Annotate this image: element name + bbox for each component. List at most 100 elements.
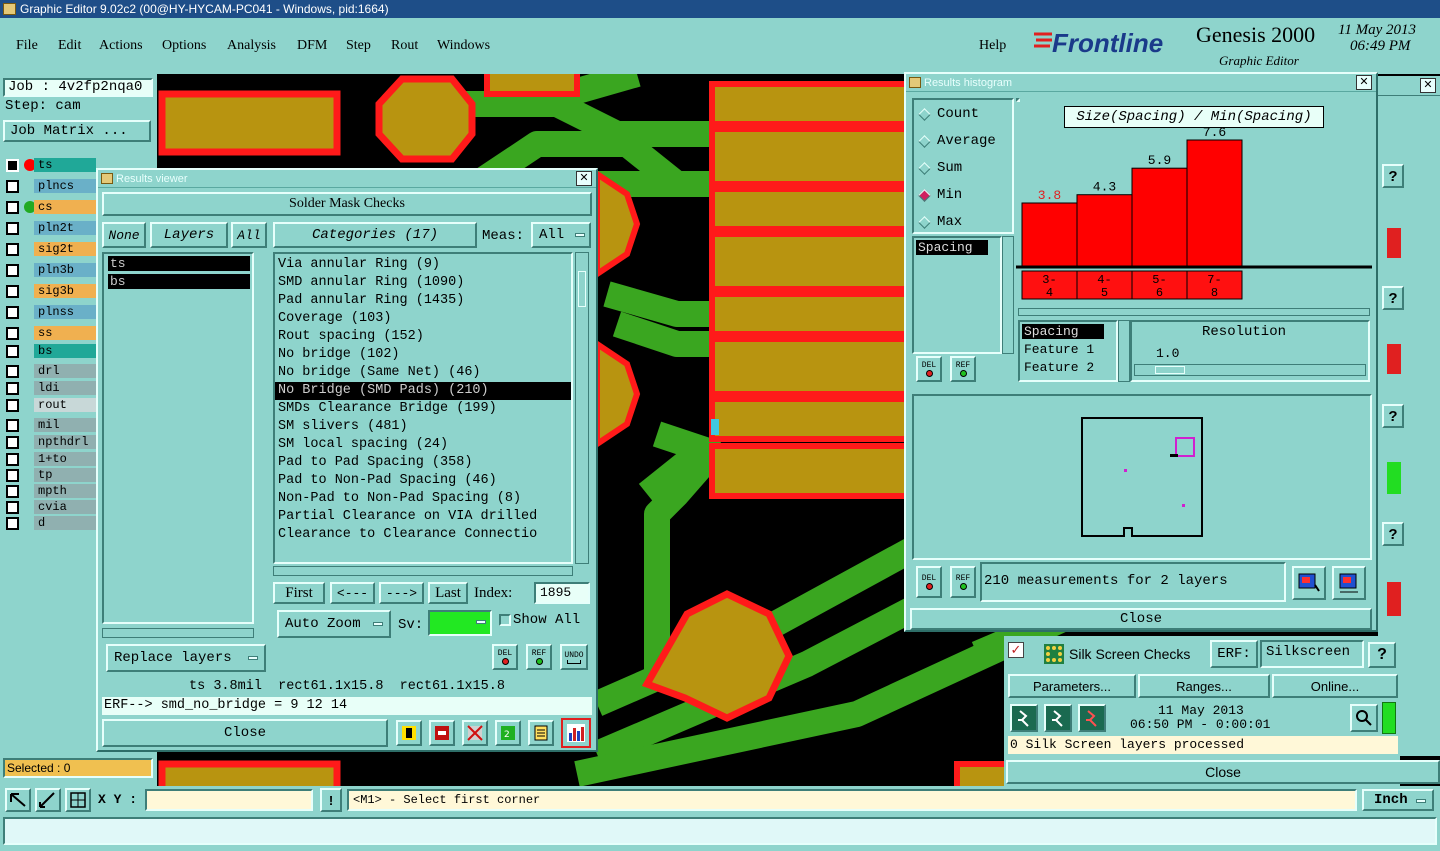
menu-actions[interactable]: Actions xyxy=(99,38,143,54)
layer-row[interactable]: sig3b xyxy=(6,284,96,298)
layer-results-list[interactable]: ts bs xyxy=(102,252,254,624)
result-layer-bs[interactable]: bs xyxy=(108,274,250,289)
preview-ref-button[interactable]: REF xyxy=(950,566,976,598)
highlight-tool-icon[interactable] xyxy=(396,720,422,746)
layer-checkbox[interactable] xyxy=(6,327,19,340)
layer-checkbox[interactable] xyxy=(6,453,19,466)
report-tool-icon[interactable] xyxy=(528,720,554,746)
spacing-list[interactable]: Spacing xyxy=(912,236,1002,354)
category-item[interactable]: SMDs Clearance Bridge (199) xyxy=(275,400,571,418)
hist-del-button[interactable]: DEL xyxy=(916,356,942,382)
layer-checkbox[interactable] xyxy=(6,306,19,319)
category-item[interactable]: SMD annular Ring (1090) xyxy=(275,274,571,292)
layer-row[interactable]: ldi xyxy=(6,381,96,395)
first-button[interactable]: First xyxy=(273,582,325,604)
scroll-thumb[interactable] xyxy=(578,271,586,307)
ranges-button[interactable]: Ranges... xyxy=(1138,674,1270,698)
index-input[interactable]: 1895 xyxy=(534,582,590,604)
menu-step[interactable]: Step xyxy=(346,38,371,54)
category-item[interactable]: Pad annular Ring (1435) xyxy=(275,292,571,310)
silk-close-button[interactable]: Close xyxy=(1006,760,1440,784)
category-hscroll[interactable] xyxy=(273,566,573,576)
layer-checkbox[interactable] xyxy=(6,501,19,514)
spacing-list-item[interactable]: Spacing xyxy=(916,240,988,255)
layer-row[interactable]: cs xyxy=(6,200,96,214)
command-line[interactable] xyxy=(3,817,1437,845)
category-item[interactable]: Pad to Pad Spacing (358) xyxy=(275,454,571,472)
category-item[interactable]: Via annular Ring (9) xyxy=(275,256,571,274)
layer-row[interactable]: mil xyxy=(6,418,96,432)
layer-checkbox[interactable] xyxy=(6,345,19,358)
close-icon[interactable]: ✕ xyxy=(1420,78,1436,93)
field-spacing[interactable]: Spacing xyxy=(1022,324,1104,339)
online-button[interactable]: Online... xyxy=(1272,674,1398,698)
help-icon[interactable]: ? xyxy=(1382,522,1404,546)
layer-row[interactable]: sig2t xyxy=(6,242,96,256)
layer-checkbox[interactable] xyxy=(6,399,19,412)
units-select[interactable]: Inch xyxy=(1362,789,1434,811)
layer-checkbox[interactable] xyxy=(6,264,19,277)
menu-options[interactable]: Options xyxy=(162,38,206,54)
hist-ref-button[interactable]: REF xyxy=(950,356,976,382)
category-item[interactable]: Partial Clearance on VIA drilled xyxy=(275,508,571,526)
radio-diamond-icon[interactable] xyxy=(918,188,931,202)
layer-row[interactable]: plnss xyxy=(6,305,96,319)
del-button[interactable]: DEL xyxy=(492,644,518,670)
last-button[interactable]: Last xyxy=(428,582,468,604)
erf-tool-icon[interactable] xyxy=(462,720,488,746)
category-item[interactable]: Pad to Non-Pad Spacing (46) xyxy=(275,472,571,490)
layer-row[interactable]: drl xyxy=(6,364,96,378)
mode-option[interactable]: Max xyxy=(918,212,962,232)
radio-diamond-icon[interactable] xyxy=(918,107,931,121)
replace-layers-select[interactable]: Replace layers xyxy=(106,644,266,672)
menu-windows[interactable]: Windows xyxy=(437,38,490,54)
category-vscroll[interactable] xyxy=(575,252,589,564)
layer-row[interactable]: cvia xyxy=(6,500,96,514)
help-icon[interactable]: ? xyxy=(1382,404,1404,428)
radio-diamond-icon[interactable] xyxy=(918,215,931,229)
layer-row[interactable]: mpth xyxy=(6,484,96,498)
field-list-vscroll[interactable] xyxy=(1118,320,1130,382)
mode-option[interactable]: Average xyxy=(918,131,996,151)
histogram-close-button[interactable]: Close xyxy=(910,608,1372,630)
menu-help[interactable]: Help xyxy=(979,38,1006,54)
histogram-hscroll[interactable] xyxy=(1018,308,1370,316)
layer-row[interactable]: 1+to xyxy=(6,452,96,466)
counter-tool-icon[interactable]: 2 xyxy=(495,720,521,746)
results-close-button[interactable]: Close xyxy=(102,719,388,747)
help-icon[interactable]: ? xyxy=(1382,286,1404,310)
xy-input[interactable] xyxy=(145,789,313,811)
layer-checkbox[interactable] xyxy=(6,201,19,214)
layer-checkbox[interactable] xyxy=(6,419,19,432)
layer-checkbox[interactable] xyxy=(6,382,19,395)
category-item[interactable]: SM slivers (481) xyxy=(275,418,571,436)
layer-checkbox[interactable] xyxy=(6,365,19,378)
layer-checkbox[interactable] xyxy=(6,222,19,235)
ref-button[interactable]: REF xyxy=(526,644,552,670)
parameters-button[interactable]: Parameters... xyxy=(1008,674,1136,698)
category-item[interactable]: No bridge (102) xyxy=(275,346,571,364)
layer-checkbox[interactable] xyxy=(6,485,19,498)
mode-option[interactable]: Sum xyxy=(918,158,962,178)
radio-diamond-icon[interactable] xyxy=(918,161,931,175)
layer-row[interactable]: pln3b xyxy=(6,263,96,277)
all-button[interactable]: All xyxy=(231,222,267,248)
silk-help-button[interactable]: ? xyxy=(1368,642,1396,668)
run-icon[interactable] xyxy=(1010,704,1038,732)
close-icon[interactable]: ✕ xyxy=(576,171,592,186)
layers-button[interactable]: Layers xyxy=(150,222,228,248)
histogram-bar[interactable] xyxy=(1131,167,1188,267)
radio-diamond-icon[interactable] xyxy=(918,134,931,148)
category-item[interactable]: Non-Pad to Non-Pad Spacing (8) xyxy=(275,490,571,508)
alert-icon[interactable]: ! xyxy=(320,788,342,812)
mode-option[interactable]: Count xyxy=(918,104,979,124)
category-item[interactable]: No Bridge (SMD Pads) (210) xyxy=(275,382,571,400)
categories-button[interactable]: Categories (17) xyxy=(273,222,477,248)
exit-tool-icon[interactable] xyxy=(429,720,455,746)
run-selected-icon[interactable] xyxy=(1044,704,1072,732)
erf-input[interactable]: Silkscreen xyxy=(1260,640,1364,668)
field-list[interactable]: Spacing Feature 1 Feature 2 xyxy=(1018,320,1118,382)
menu-dfm[interactable]: DFM xyxy=(297,38,327,54)
layer-checkbox[interactable] xyxy=(6,436,19,449)
resolution-slider[interactable] xyxy=(1134,364,1366,376)
